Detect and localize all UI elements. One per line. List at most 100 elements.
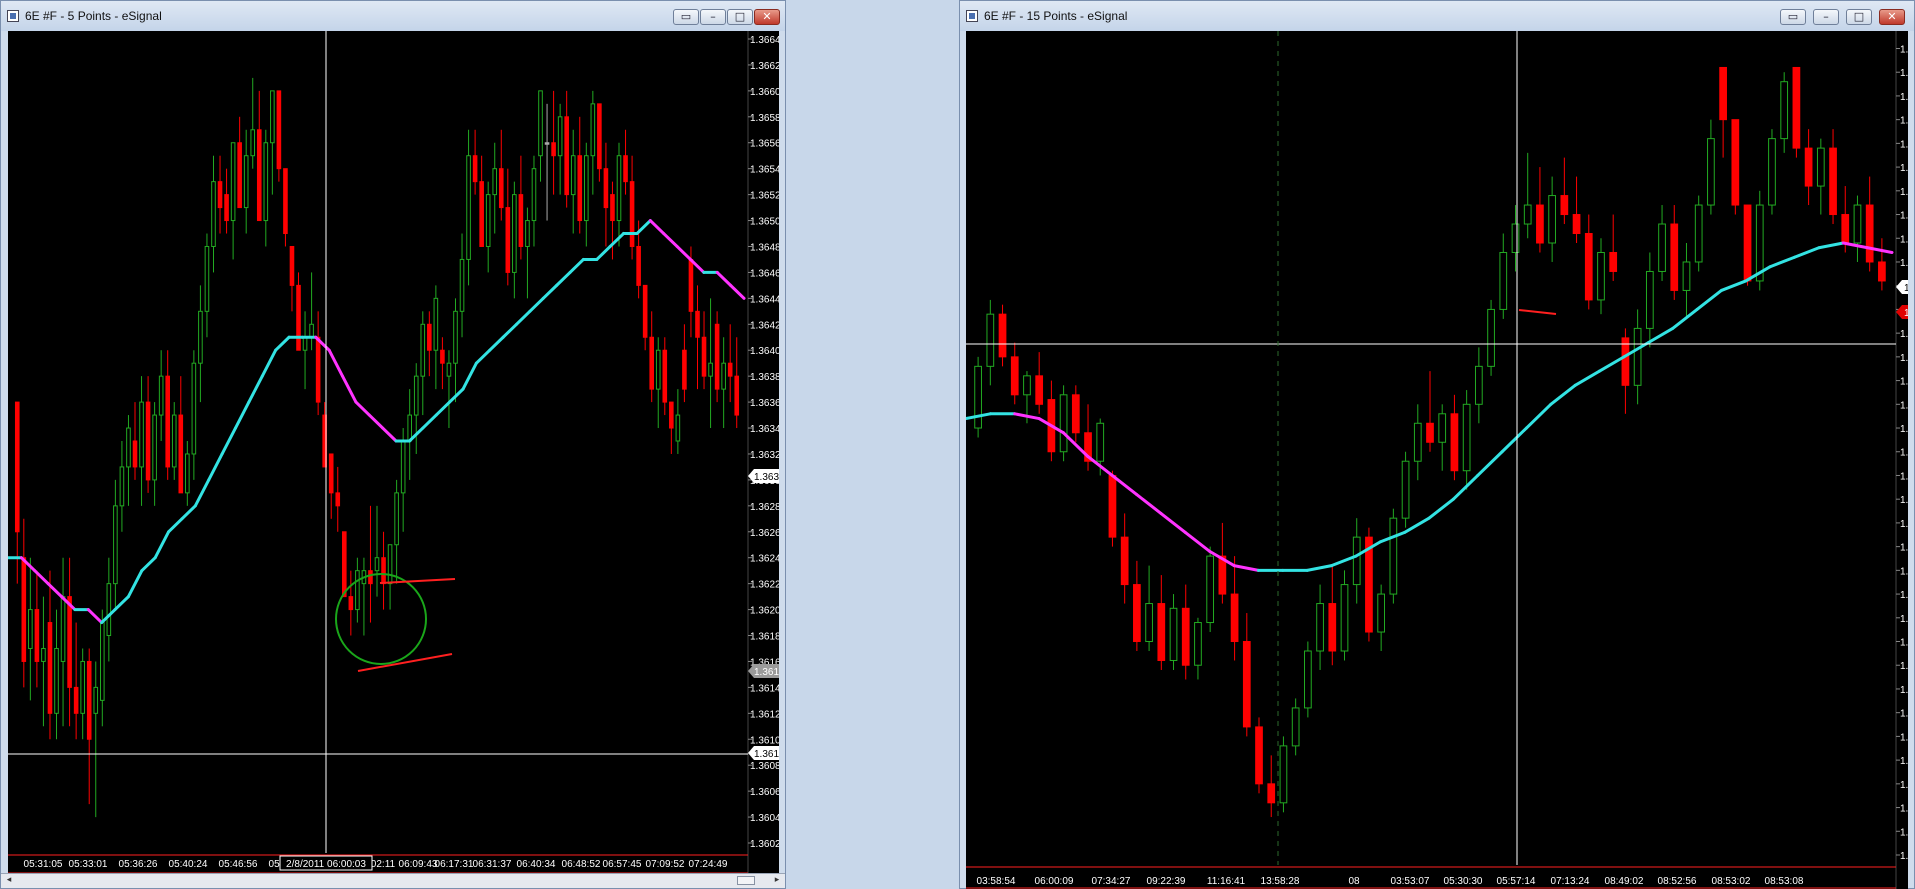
chart-window-15-points[interactable]: 6E #F - 15 Points - eSignal ▭ – □ ✕ 1.36… [959, 0, 1915, 889]
candle-body [655, 349, 661, 390]
chart-window-5-points[interactable]: 6E #F - 5 Points - eSignal ▭ – □ ✕ 1.366… [0, 0, 786, 889]
y-tick-label: 1.3650 [750, 217, 779, 228]
candle-body [1413, 422, 1422, 462]
candle-body [28, 609, 33, 649]
candle-body [1768, 138, 1776, 206]
price-chart[interactable]: 1.3664 1.3662 1.3660 1.3658 1.3656 1.3654 1.36… [8, 31, 779, 875]
scroll-left-icon[interactable]: ◂ [3, 874, 15, 887]
y-tick-label: 1.3622 [750, 580, 779, 591]
y-tick-label: 1.3530 [1900, 685, 1908, 696]
candle-body [355, 570, 360, 611]
x-tick-label: 06:57:45 [603, 859, 642, 870]
y-tick-label: 1.3580 [1900, 448, 1908, 459]
candle-body [126, 427, 131, 468]
candle-body [230, 142, 236, 222]
candle-body [1609, 251, 1618, 272]
candle-body [485, 194, 491, 247]
price-marker-label: 1.3611 [754, 749, 779, 760]
restore-icon[interactable]: ▭ [673, 9, 699, 25]
moving-average-segment [1451, 473, 1480, 501]
title-bar[interactable]: 6E #F - 5 Points - eSignal ▭ – □ ✕ [1, 1, 785, 31]
y-tick-label: 1.3614 [750, 683, 779, 694]
horizontal-scrollbar[interactable]: ◂ ▸ [1, 873, 785, 888]
moving-average-segment [1476, 450, 1504, 477]
candle-body [41, 647, 46, 662]
moving-average-segment [220, 426, 237, 456]
candle-body [1389, 517, 1398, 595]
candle-body [1584, 233, 1593, 301]
title-bar[interactable]: 6E #F - 15 Points - eSignal ▭ – □ ✕ [960, 1, 1914, 31]
y-tick-label: 1.3636 [750, 398, 779, 409]
candle-body [106, 583, 112, 637]
moving-average-segment [180, 504, 197, 521]
moving-average-segment [1646, 326, 1675, 345]
candle-body [1267, 783, 1276, 804]
maximize-icon[interactable]: □ [1846, 9, 1872, 25]
candle-body [1145, 603, 1153, 643]
candle-body [400, 440, 406, 494]
price-chart[interactable]: 1.3665 1.3660 1.3655 1.3650 1.3645 1.3640 1.36… [966, 31, 1908, 889]
y-tick-label: 1.3618 [750, 632, 779, 643]
candle-body [1377, 593, 1386, 633]
candle-body [368, 570, 373, 585]
y-tick-label: 1.3525 [1900, 709, 1908, 720]
moving-average-segment [193, 478, 211, 508]
candle-body [237, 142, 242, 209]
candle-body [1035, 375, 1044, 405]
moving-average-segment [86, 608, 104, 625]
chart-canvas[interactable]: 1.3664 1.3662 1.3660 1.3658 1.3656 1.3654 1.36… [8, 31, 779, 875]
y-tick-label: 1.3500 [1900, 827, 1908, 838]
x-tick-label: 08:52:56 [1658, 876, 1697, 887]
close-icon[interactable]: ✕ [754, 9, 780, 25]
x-tick-label: 06:40:34 [517, 859, 556, 870]
y-tick-label: 1.3620 [1900, 258, 1908, 269]
moving-average-segment [541, 283, 559, 300]
moving-average-segment [233, 400, 251, 430]
candle-body [531, 168, 537, 222]
candle-body [1816, 147, 1825, 187]
chart-canvas[interactable]: 1.3665 1.3660 1.3655 1.3650 1.3645 1.3640 1.36… [966, 31, 1908, 889]
y-tick-label: 1.3638 [750, 372, 779, 383]
x-tick-label: 11:16:41 [1207, 876, 1246, 887]
candle-body [1340, 584, 1349, 652]
candle-body [518, 194, 524, 247]
candle-body [394, 492, 399, 546]
y-tick-label: 1.3648 [750, 242, 779, 253]
candle-body [198, 310, 203, 364]
moving-average-segment [648, 219, 666, 236]
moving-average-segment [1183, 530, 1212, 553]
moving-average-segment [1135, 492, 1163, 515]
moving-average-segment [1232, 564, 1260, 572]
x-tick-label: 07:13:24 [1551, 876, 1590, 887]
candle-body [113, 505, 118, 585]
scrollbar-grip[interactable] [737, 876, 755, 885]
x-tick-label: 05:36:26 [119, 859, 158, 870]
candle-body [1621, 337, 1630, 386]
minimize-icon[interactable]: – [700, 9, 726, 25]
candle-body [466, 155, 471, 260]
candle-body [583, 155, 589, 222]
minimize-icon[interactable]: – [1813, 9, 1839, 25]
scroll-right-icon[interactable]: ▸ [771, 874, 783, 887]
candle-body [296, 284, 301, 351]
candle-body [1230, 593, 1239, 643]
moving-average-segment [1573, 369, 1602, 387]
y-tick-label: 1.3535 [1900, 661, 1908, 672]
price-marker-label: 1.3623 [1904, 283, 1908, 294]
candle-body [433, 297, 439, 351]
candle-body [1255, 726, 1263, 785]
candle-body [1279, 745, 1288, 804]
moving-average-segment [381, 426, 398, 443]
y-tick-label: 1.3660 [750, 87, 779, 98]
restore-icon[interactable]: ▭ [1780, 9, 1806, 25]
x-tick-label: 08:53:02 [1712, 876, 1751, 887]
candle-body [80, 660, 85, 714]
moving-average-segment [207, 452, 224, 482]
candle-body [1169, 607, 1178, 661]
y-tick-label: 1.3640 [750, 346, 779, 357]
close-icon[interactable]: ✕ [1879, 9, 1905, 25]
moving-average-segment [474, 348, 492, 365]
y-tick-label: 1.3555 [1900, 566, 1908, 577]
y-tick-label: 1.3606 [750, 787, 779, 798]
maximize-icon[interactable]: □ [727, 9, 753, 25]
